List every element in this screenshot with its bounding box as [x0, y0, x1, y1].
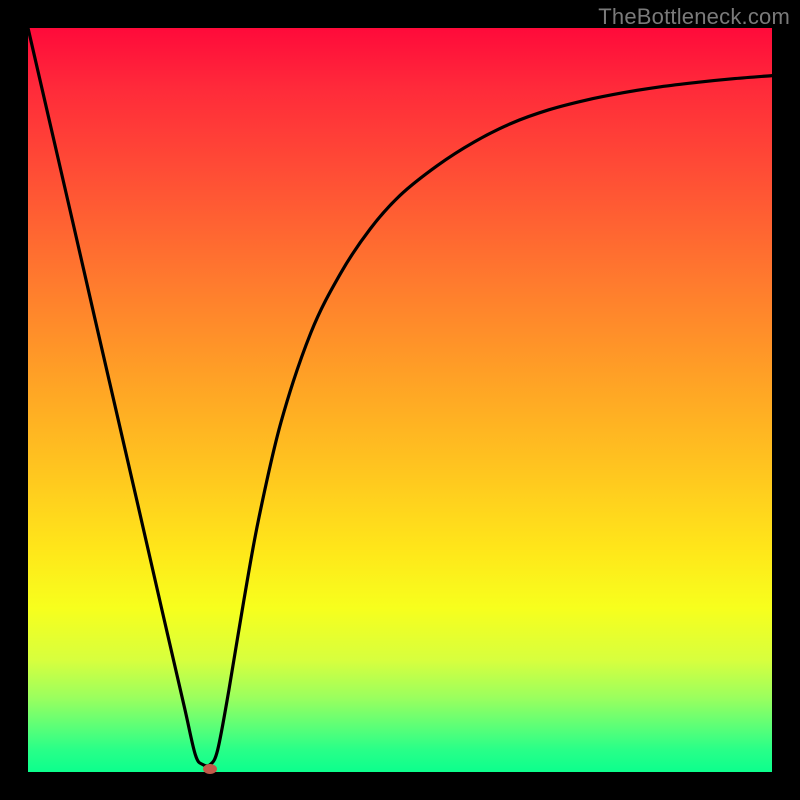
chart-frame: TheBottleneck.com	[0, 0, 800, 800]
watermark-text: TheBottleneck.com	[598, 4, 790, 30]
optimal-point-marker	[203, 764, 217, 774]
bottleneck-curve	[28, 28, 772, 772]
plot-gradient-area	[28, 28, 772, 772]
